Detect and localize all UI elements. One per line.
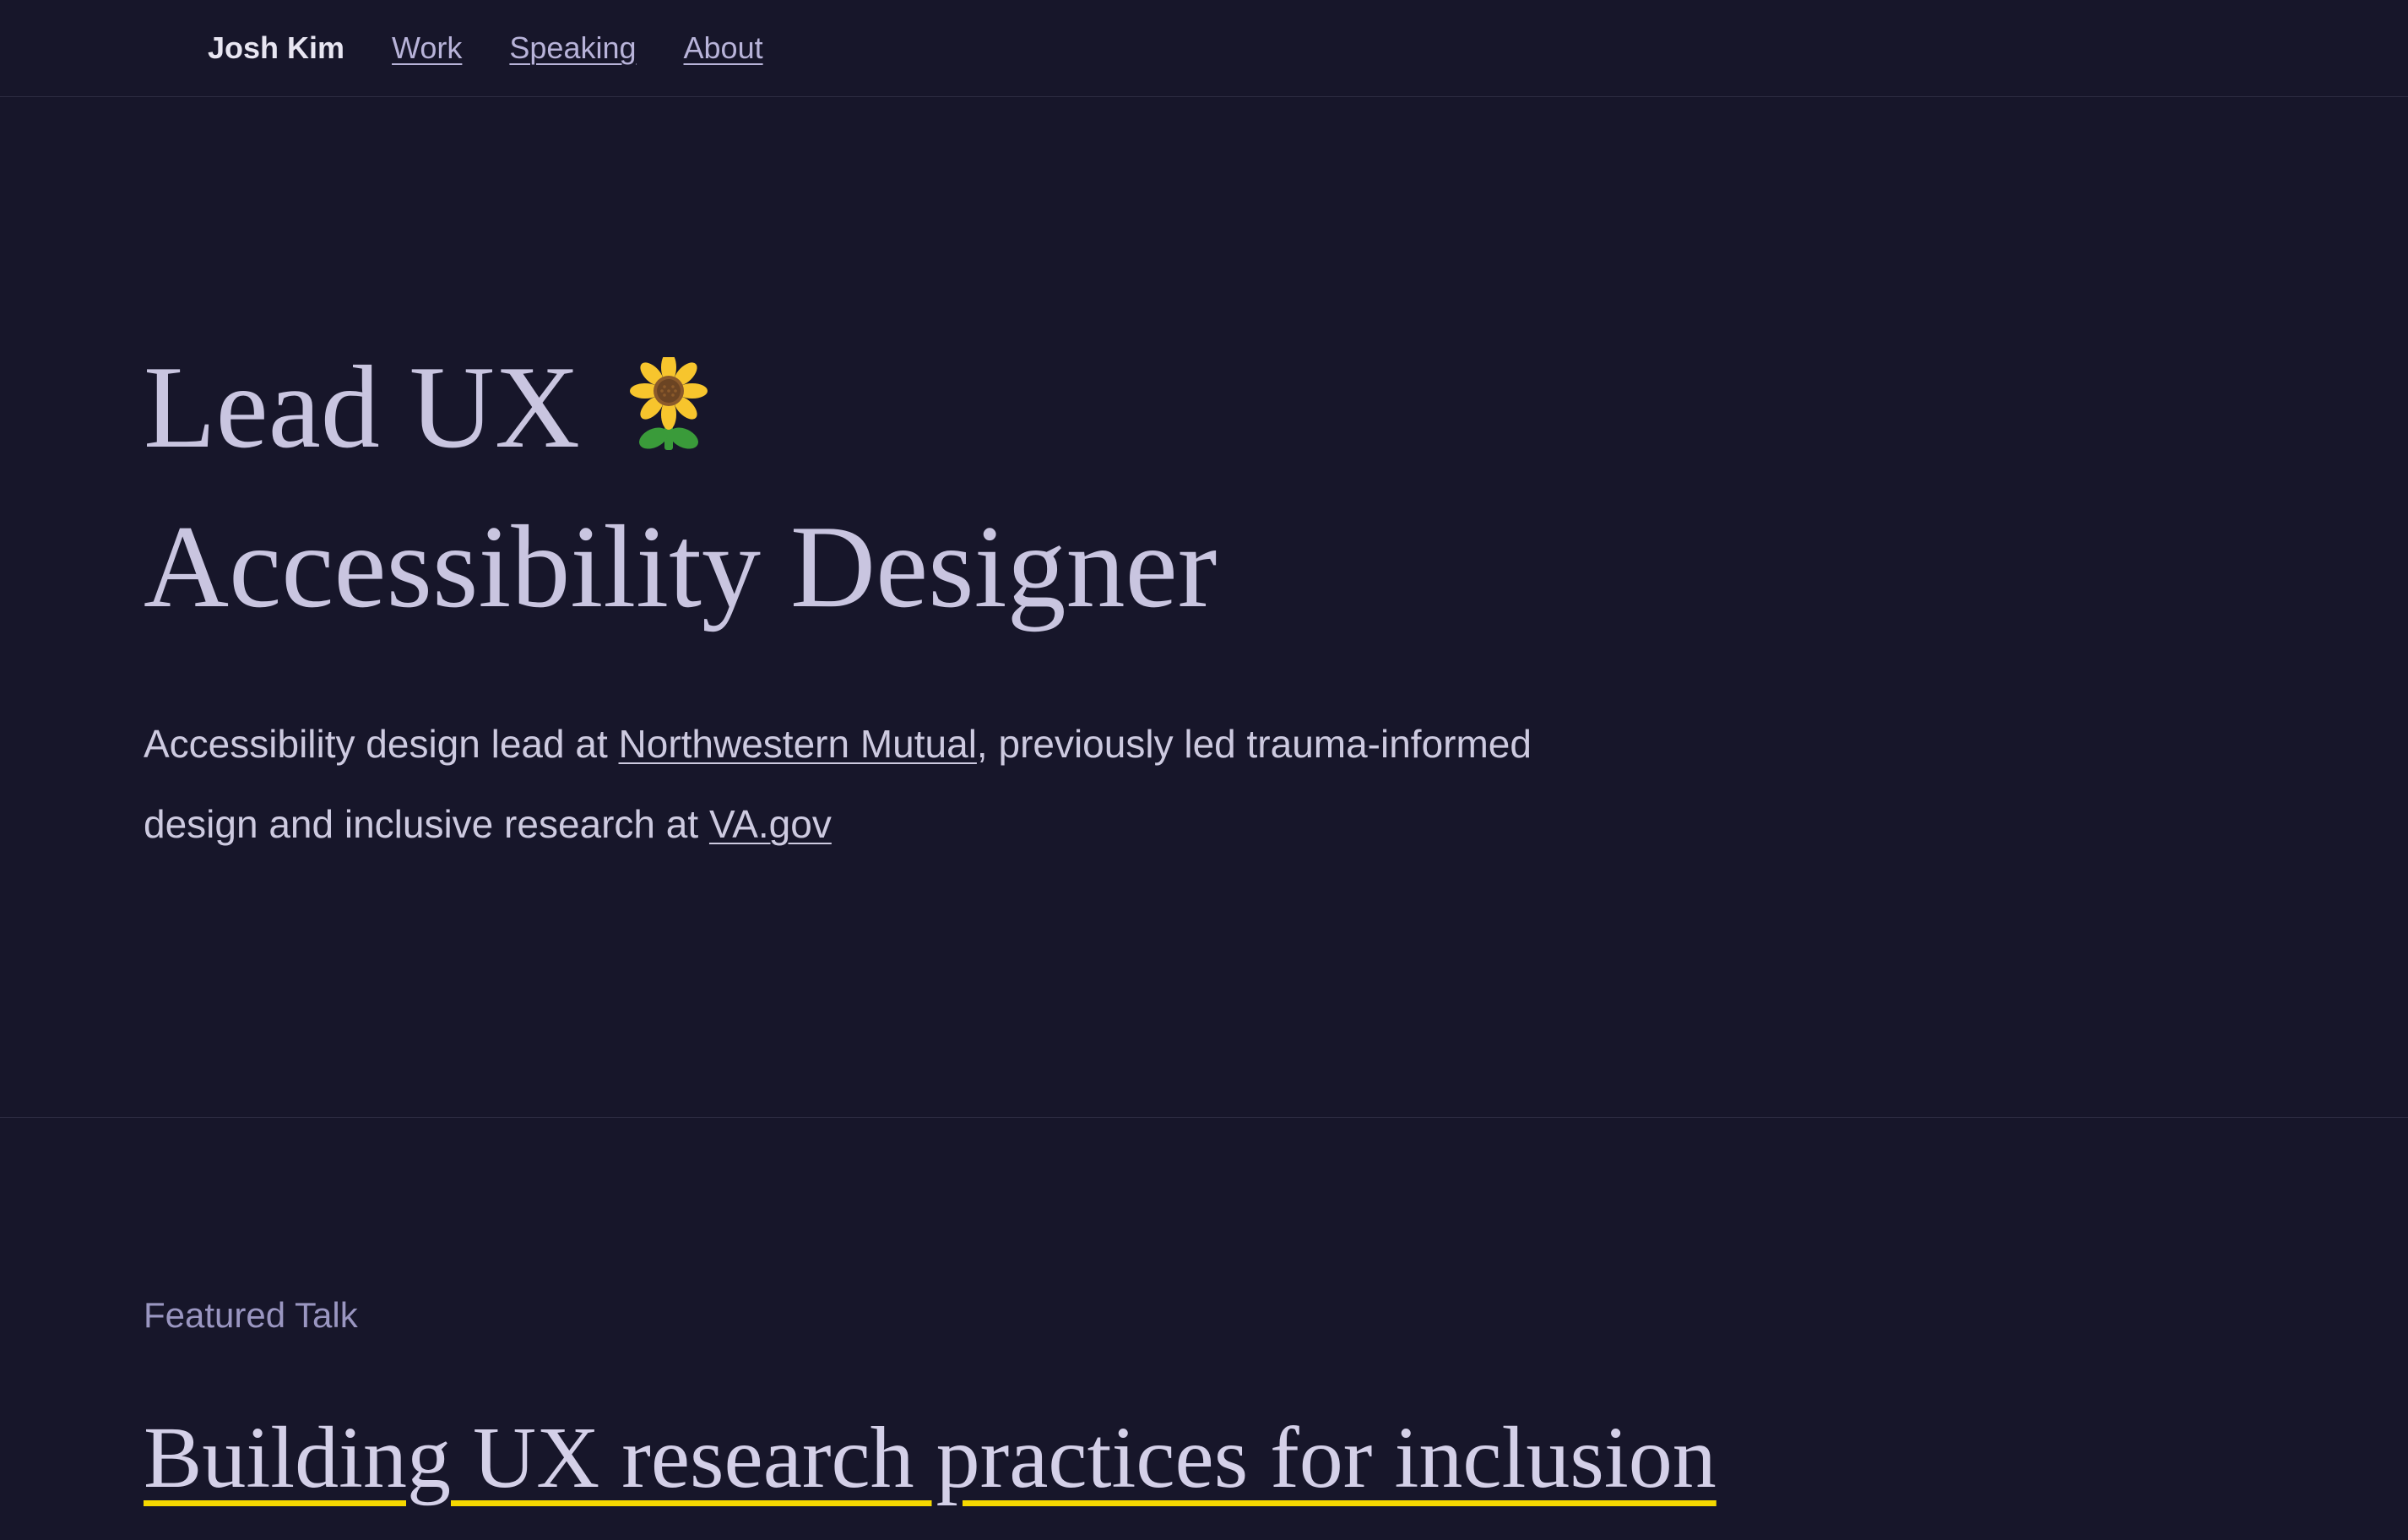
- sunflower-icon: [626, 337, 711, 485]
- hero-title: Lead UX: [144, 333, 1494, 641]
- site-header: Josh Kim Work Speaking About: [0, 0, 2408, 97]
- nav-link-about[interactable]: About: [684, 30, 763, 66]
- hero-title-line1-text: Lead UX: [144, 342, 580, 473]
- featured-title: Building UX research practices for inclu…: [144, 1407, 2264, 1508]
- primary-nav: Josh Kim Work Speaking About: [64, 30, 2344, 66]
- hero-title-line2-text: Accessibility Designer: [144, 493, 1494, 641]
- featured-label: Featured Talk: [144, 1295, 2264, 1336]
- brand-link[interactable]: Josh Kim: [208, 30, 344, 66]
- featured-title-link[interactable]: Building UX research practices for inclu…: [144, 1409, 1717, 1506]
- northwestern-mutual-link[interactable]: Northwestern Mutual: [619, 722, 977, 766]
- featured-section: Featured Talk Building UX research pract…: [0, 1118, 2408, 1508]
- hero-desc-part1: Accessibility design lead at: [144, 722, 619, 766]
- hero-description: Accessibility design lead at Northwester…: [144, 704, 1537, 864]
- va-gov-link[interactable]: VA.gov: [709, 802, 832, 846]
- nav-link-speaking[interactable]: Speaking: [509, 30, 636, 66]
- hero-section: Lead UX: [0, 97, 2408, 1118]
- nav-link-work[interactable]: Work: [392, 30, 462, 66]
